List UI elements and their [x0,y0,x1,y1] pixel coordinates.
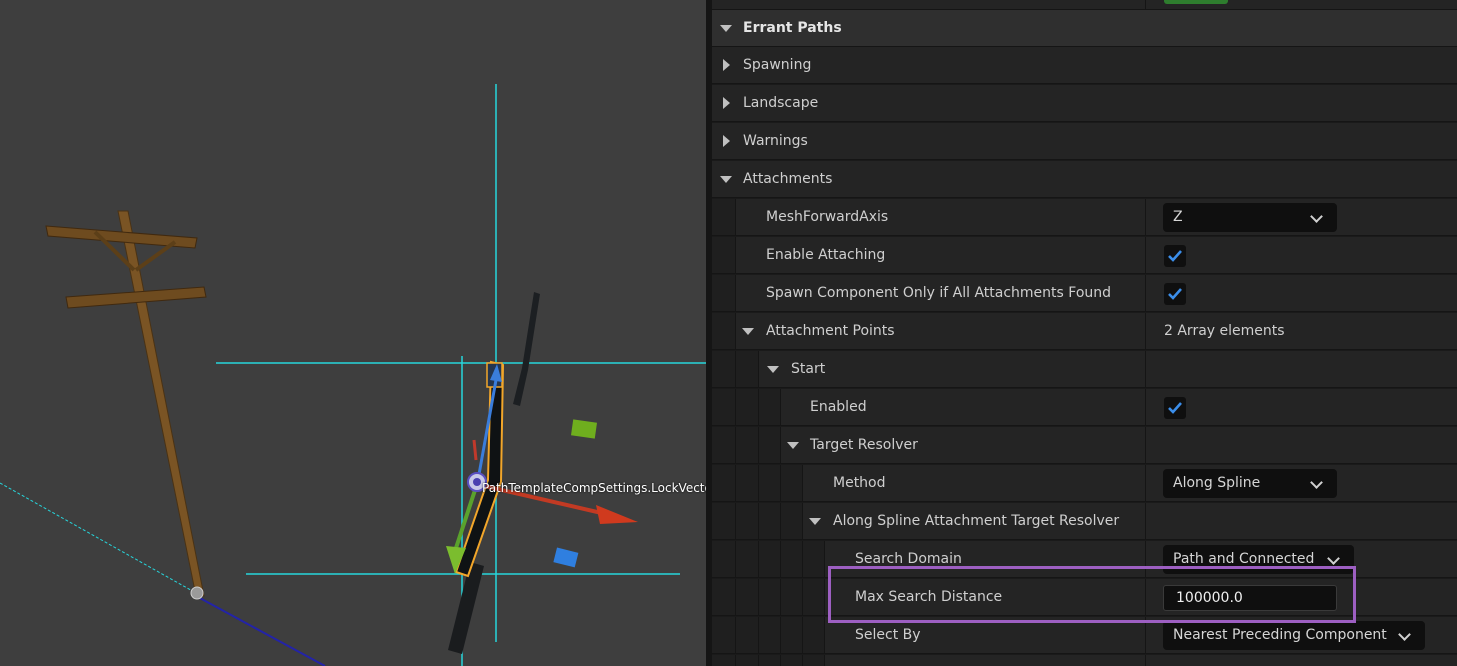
property-target-resolver[interactable]: Target Resolver [712,427,1457,464]
section-label: Attachments [743,171,833,187]
world-axis-line-blue [197,596,326,666]
property-enable-attaching: Enable Attaching [712,237,1457,274]
enabled-checkbox[interactable] [1164,397,1186,419]
category-errant-paths[interactable]: Errant Paths [712,10,1457,47]
search-domain-dropdown[interactable]: Path and Connected [1163,545,1354,574]
details-panel: Errant Paths Spawning Landscape Warnings… [712,0,1457,666]
section-label: Spawning [743,57,812,73]
enable-attaching-checkbox[interactable] [1164,245,1186,267]
mesh-forward-axis-dropdown[interactable]: Z [1163,203,1337,232]
selection-guides [216,84,706,666]
chevron-down-icon [1398,628,1411,641]
checkmark-icon [1168,288,1182,300]
collapsed-arrow-icon[interactable] [723,97,730,109]
level-viewport[interactable]: PathTemplateCompSettings.LockVecto [0,0,706,666]
spawn-only-if-found-checkbox[interactable] [1164,283,1186,305]
property-max-search-distance: Max Search Distance 100000.0 [712,579,1457,616]
world-axis-line [0,482,197,594]
section-spawning[interactable]: Spawning [712,47,1457,84]
property-label: Method [833,475,886,491]
category-title: Errant Paths [743,20,842,36]
utility-pole-mesh[interactable] [45,210,207,600]
property-label: Enabled [810,399,867,415]
property-search-domain: Search Domain Path and Connected [712,541,1457,578]
property-along-spline-resolver[interactable]: Along Spline Attachment Target Resolver [712,503,1457,540]
property-label: Along Spline Attachment Target Resolver [833,513,1120,529]
clipped-property-row [712,0,1457,10]
viewport-scene [0,84,706,666]
expand-arrow-icon[interactable] [742,328,754,335]
chevron-down-icon [1327,552,1340,565]
property-label: MeshForwardAxis [766,209,889,225]
select-by-dropdown[interactable]: Nearest Preceding Component [1163,621,1425,650]
property-method: Method Along Spline [712,465,1457,502]
dropdown-value: Along Spline [1173,475,1261,491]
property-select-by: Select By Nearest Preceding Component [712,617,1457,654]
dropdown-value: Z [1173,209,1183,225]
expand-arrow-icon[interactable] [809,518,821,525]
collapsed-arrow-icon[interactable] [723,135,730,147]
property-attachment-points[interactable]: Attachment Points 2 Array elements [712,313,1457,350]
section-warnings[interactable]: Warnings [712,123,1457,160]
expand-arrow-icon[interactable] [720,25,732,32]
green-swatch[interactable] [1164,0,1228,4]
property-mesh-forward-axis: MeshForwardAxis Z [712,199,1457,236]
property-start[interactable]: Start [712,351,1457,388]
chevron-down-icon [1310,210,1323,223]
expand-arrow-icon[interactable] [787,442,799,449]
property-spawn-only-if-found: Spawn Component Only if All Attachments … [712,275,1457,312]
property-enabled: Enabled [712,389,1457,426]
max-search-distance-input[interactable]: 100000.0 [1163,585,1337,611]
dropdown-value: Nearest Preceding Component [1173,627,1387,643]
expand-arrow-icon[interactable] [720,176,732,183]
dropdown-value: Path and Connected [1173,551,1315,567]
checkmark-icon [1168,402,1182,414]
property-label: Start [791,361,826,377]
section-label: Landscape [743,95,819,111]
property-label: Attachment Points [766,323,895,339]
section-landscape[interactable]: Landscape [712,85,1457,122]
property-next-clipped [712,655,1457,666]
expand-arrow-icon[interactable] [767,366,779,373]
section-attachments[interactable]: Attachments [712,161,1457,198]
method-dropdown[interactable]: Along Spline [1163,469,1337,498]
component-label: PathTemplateCompSettings.LockVecto [482,481,706,495]
property-label: Max Search Distance [855,589,1003,605]
property-label: Target Resolver [810,437,918,453]
property-label: Spawn Component Only if All Attachments … [766,285,1112,301]
property-label: Select By [855,627,921,643]
array-count: 2 Array elements [1164,323,1285,339]
chevron-down-icon [1310,476,1323,489]
checkmark-icon [1168,250,1182,262]
section-label: Warnings [743,133,808,149]
collapsed-arrow-icon[interactable] [723,59,730,71]
property-label: Search Domain [855,551,962,567]
property-label: Enable Attaching [766,247,886,263]
